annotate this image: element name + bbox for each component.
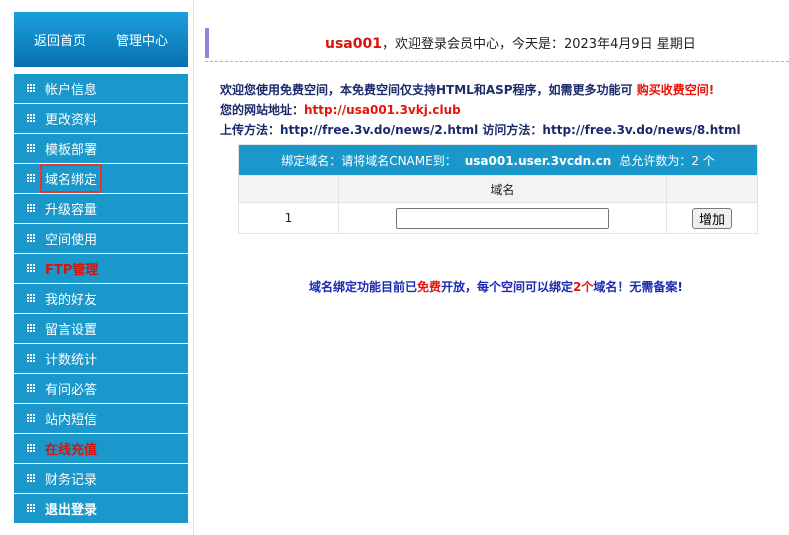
sidebar-item-label: 模板部署	[45, 143, 98, 158]
grid-icon	[27, 84, 36, 93]
sidebar-item-label: 空间使用	[45, 233, 98, 248]
domain-column-header: 域名	[338, 175, 667, 203]
welcome-bar: usa001，欢迎登录会员中心，今天是：2023年4月9日 星期日	[205, 28, 789, 62]
grid-icon	[27, 204, 36, 213]
grid-icon	[27, 324, 36, 333]
sidebar-item-label: 在线充值	[45, 443, 98, 458]
table-header-row: 绑定域名：请将域名CNAME到： usa001.user.3vcdn.cn 总允许数…	[238, 144, 758, 176]
sidebar-item-label: 站内短信	[45, 413, 98, 428]
sidebar-item[interactable]: 留言设置	[14, 314, 188, 343]
sidebar-item[interactable]: 财务记录	[14, 464, 188, 493]
table-header-cell: 绑定域名：请将域名CNAME到： usa001.user.3vcdn.cn 总允许数…	[238, 144, 758, 176]
sidebar-gap	[14, 67, 188, 74]
sidebar-item[interactable]: 在线充值	[14, 434, 188, 463]
sidebar-item[interactable]: FTP管理	[14, 254, 188, 283]
info-line-site: 您的网站地址：http://usa001.3vkj.club	[220, 100, 741, 120]
sidebar-item-label: 退出登录	[45, 503, 98, 518]
sidebar-item[interactable]: 帐户信息	[14, 74, 188, 103]
sidebar-item-label: FTP管理	[45, 263, 99, 278]
admin-center-link[interactable]: 管理中心	[116, 30, 168, 49]
sidebar-item[interactable]: 域名绑定	[14, 164, 188, 193]
sidebar-item[interactable]: 站内短信	[14, 404, 188, 433]
sidebar-item[interactable]: 退出登录	[14, 494, 188, 523]
info-block: 欢迎您使用免费空间，本免费空间仅支持HTML和ASP程序，如需更多功能可 购买收…	[220, 80, 741, 140]
info-line-methods: 上传方法：http://free.3v.do/news/2.html 访问方法：…	[220, 120, 741, 140]
sidebar-item[interactable]: 空间使用	[14, 224, 188, 253]
row-index: 1	[238, 202, 339, 234]
grid-icon	[27, 444, 36, 453]
grid-icon	[27, 114, 36, 123]
table-row: 1 增加	[238, 202, 758, 234]
dashed-divider	[205, 61, 789, 62]
site-label: 您的网站地址：	[220, 103, 305, 117]
sidebar-item[interactable]: 计数统计	[14, 344, 188, 373]
add-button[interactable]: 增加	[691, 207, 732, 229]
access-url-link[interactable]: http://free.3v.do/news/8.html	[542, 123, 740, 137]
sidebar-item-label: 财务记录	[45, 473, 98, 488]
add-button-cell: 增加	[666, 202, 758, 234]
grid-icon	[27, 294, 36, 303]
upload-url-link[interactable]: http://free.3v.do/news/2.html	[280, 123, 478, 137]
username: usa001	[325, 36, 382, 52]
buy-paid-space-link[interactable]: 购买收费空间	[637, 83, 709, 97]
grid-icon	[27, 474, 36, 483]
sidebar-item-label: 帐户信息	[45, 83, 98, 98]
notice-part-1: 域名绑定功能目前已	[309, 280, 418, 294]
action-column-header	[666, 175, 758, 203]
grid-icon	[27, 384, 36, 393]
grid-icon	[27, 354, 36, 363]
cname-target: usa001.user.3vcdn.cn	[464, 153, 612, 168]
sidebar-item[interactable]: 更改资料	[14, 104, 188, 133]
index-column-header	[238, 175, 339, 203]
sidebar-item-label: 留言设置	[45, 323, 98, 338]
sidebar-header: 返回首页 管理中心	[14, 12, 188, 67]
domain-bind-table: 绑定域名：请将域名CNAME到： usa001.user.3vcdn.cn 总允许数…	[238, 144, 758, 234]
sidebar-item-label: 计数统计	[45, 353, 98, 368]
greeting-text: ，欢迎登录会员中心，今天是：2023年4月9日 星期日	[381, 37, 696, 52]
notice-free: 免费	[417, 280, 442, 294]
sidebar-item[interactable]: 我的好友	[14, 284, 188, 313]
column-header-row: 域名	[238, 175, 758, 203]
sidebar-item-label: 域名绑定	[39, 164, 103, 193]
domain-input[interactable]	[396, 207, 609, 229]
grid-icon	[27, 144, 36, 153]
sidebar-item[interactable]: 有问必答	[14, 374, 188, 403]
domain-input-cell	[338, 202, 667, 234]
bind-header-prefix: 绑定域名：请将域名CNAME到：	[281, 153, 457, 168]
sidebar-item-label: 升级容量	[45, 203, 98, 218]
site-url-link[interactable]: http://usa001.3vkj.club	[304, 103, 461, 117]
welcome-text: usa001，欢迎登录会员中心，今天是：2023年4月9日 星期日	[325, 33, 696, 52]
grid-icon	[27, 504, 36, 513]
intro-end: !	[708, 83, 715, 97]
access-label: 访问方法：	[478, 123, 543, 137]
sidebar: 返回首页 管理中心 帐户信息更改资料模板部署域名绑定升级容量空间使用 FTP管理我…	[14, 12, 188, 524]
intro-text: 欢迎您使用免费空间，本免费空间仅支持HTML和ASP程序，如需更多功能可	[220, 83, 637, 97]
sidebar-item[interactable]: 模板部署	[14, 134, 188, 163]
domain-limit-text: 总允许数为：2 个	[619, 153, 715, 168]
sidebar-item-label: 有问必答	[45, 383, 98, 398]
sidebar-menu: 帐户信息更改资料模板部署域名绑定升级容量空间使用 FTP管理我的好友留言设置计数统…	[14, 74, 188, 523]
notice-part-3: 开放，每个空间可以绑定	[441, 280, 574, 294]
notice-text: 域名绑定功能目前已免费开放，每个空间可以绑定2个域名！无需备案!	[309, 278, 683, 295]
notice-count: 2个	[573, 280, 594, 294]
grid-icon	[27, 174, 36, 183]
sidebar-item-label: 我的好友	[45, 293, 98, 308]
accent-bar	[205, 28, 209, 58]
home-link[interactable]: 返回首页	[34, 30, 86, 49]
notice-part-5: 域名！无需备案!	[593, 280, 683, 294]
grid-icon	[27, 414, 36, 423]
vertical-divider	[193, 0, 194, 535]
sidebar-item[interactable]: 升级容量	[14, 194, 188, 223]
grid-icon	[27, 264, 36, 273]
sidebar-item-label: 更改资料	[45, 113, 98, 128]
info-line-intro: 欢迎您使用免费空间，本免费空间仅支持HTML和ASP程序，如需更多功能可 购买收…	[220, 80, 741, 100]
grid-icon	[27, 234, 36, 243]
upload-label: 上传方法：	[220, 123, 281, 137]
